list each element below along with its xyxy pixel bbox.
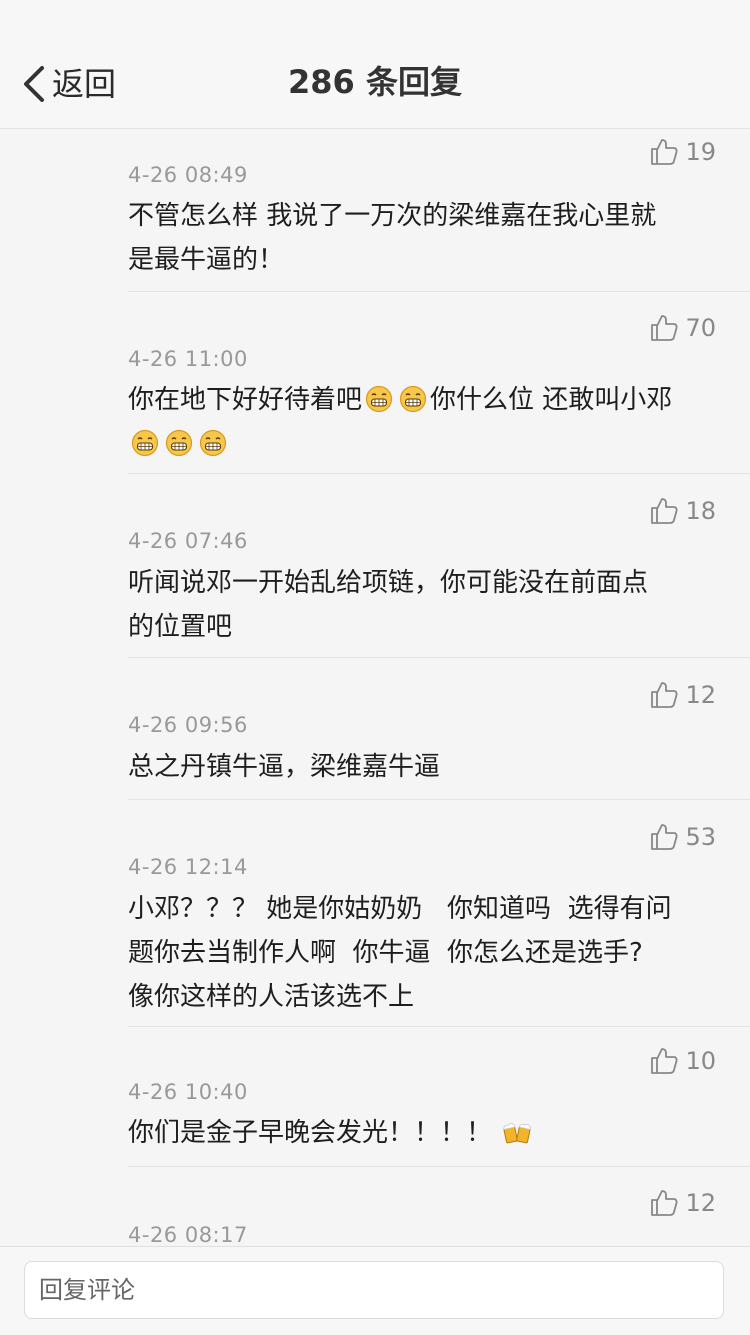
reply-time: 4-26 09:56 — [128, 713, 248, 737]
reply-list: 19 4-26 08:49 不管怎么样 我说了一万次的梁维嘉在我心里就 是最牛逼… — [0, 129, 750, 1246]
list-item: 53 4-26 12:14 小邓？？？ 她是你姑奶奶 你知道吗 选得有问 题你去… — [128, 800, 750, 1027]
reply-text: 小邓？？？ 她是你姑奶奶 你知道吗 选得有问 题你去当制作人啊 你牛逼 你怎么还… — [128, 894, 672, 1012]
beer-emoji-icon — [503, 1123, 531, 1144]
list-item: 70 4-26 11:00 你在地下好好待着吧 你什么位 还敢叫小邓 — [128, 292, 750, 474]
like-button[interactable]: 19 — [649, 137, 716, 167]
like-button[interactable]: 70 — [649, 313, 716, 343]
like-count: 12 — [685, 1189, 716, 1217]
reply-time: 4-26 07:46 — [128, 529, 248, 553]
thumbs-up-icon — [651, 1190, 678, 1216]
grin-emoji-icon — [165, 429, 193, 457]
list-item: 12 4-26 09:56 总之丹镇牛逼，梁维嘉牛逼 — [128, 658, 750, 800]
reply-text-part: 你什么位 还敢叫小邓 — [430, 385, 673, 415]
like-button[interactable]: 12 — [649, 1188, 716, 1218]
grin-emoji-icon — [365, 385, 393, 413]
list-item: 18 4-26 07:46 听闻说邓一开始乱给项链，你可能没在前面点 的位置吧 — [128, 474, 750, 658]
reply-text: 总之丹镇牛逼，梁维嘉牛逼 — [128, 752, 441, 782]
like-button[interactable]: 18 — [649, 496, 716, 526]
nav-header: 返回 286 条回复 — [0, 0, 750, 129]
like-count: 19 — [685, 138, 716, 166]
like-count: 10 — [685, 1047, 716, 1075]
grin-emoji-icon — [399, 385, 427, 413]
thumbs-up-icon — [651, 315, 678, 341]
reply-text-part: 你们是金子早晚会发光！！！！ — [128, 1118, 493, 1148]
reply-input[interactable]: 回复评论 — [24, 1261, 724, 1319]
reply-text: 听闻说邓一开始乱给项链，你可能没在前面点 的位置吧 — [128, 568, 649, 642]
page-title: 286 条回复 — [288, 63, 462, 101]
thumbs-up-icon — [651, 498, 678, 524]
list-item: 10 4-26 10:40 你们是金子早晚会发光！！！！ — [128, 1027, 750, 1167]
thumbs-up-icon — [651, 139, 678, 165]
reply-text: 你在地下好好待着吧 你什么位 还敢叫小邓 — [128, 378, 708, 466]
thumbs-up-icon — [651, 682, 678, 708]
like-count: 18 — [685, 497, 716, 525]
reply-time: 4-26 11:00 — [128, 347, 248, 371]
reply-text: 你们是金子早晚会发光！！！！ — [128, 1111, 708, 1155]
like-count: 53 — [685, 823, 716, 851]
reply-time: 4-26 08:17 — [128, 1223, 248, 1246]
reply-time: 4-26 10:40 — [128, 1080, 248, 1104]
like-count: 70 — [685, 314, 716, 342]
reply-time: 4-26 08:49 — [128, 163, 248, 187]
like-button[interactable]: 12 — [649, 680, 716, 710]
like-count: 12 — [685, 681, 716, 709]
list-item: 12 4-26 08:17 — [128, 1167, 750, 1246]
reply-text: 不管怎么样 我说了一万次的梁维嘉在我心里就 是最牛逼的！ — [128, 201, 657, 275]
grin-emoji-icon — [199, 429, 227, 457]
thumbs-up-icon — [651, 824, 678, 850]
thumbs-up-icon — [651, 1048, 678, 1074]
reply-time: 4-26 12:14 — [128, 855, 248, 879]
grin-emoji-icon — [131, 429, 159, 457]
like-button[interactable]: 10 — [649, 1046, 716, 1076]
reply-text-part: 你在地下好好待着吧 — [128, 385, 363, 415]
reply-bar: 回复评论 — [0, 1246, 750, 1335]
like-button[interactable]: 53 — [649, 822, 716, 852]
list-item: 19 4-26 08:49 不管怎么样 我说了一万次的梁维嘉在我心里就 是最牛逼… — [128, 129, 750, 292]
